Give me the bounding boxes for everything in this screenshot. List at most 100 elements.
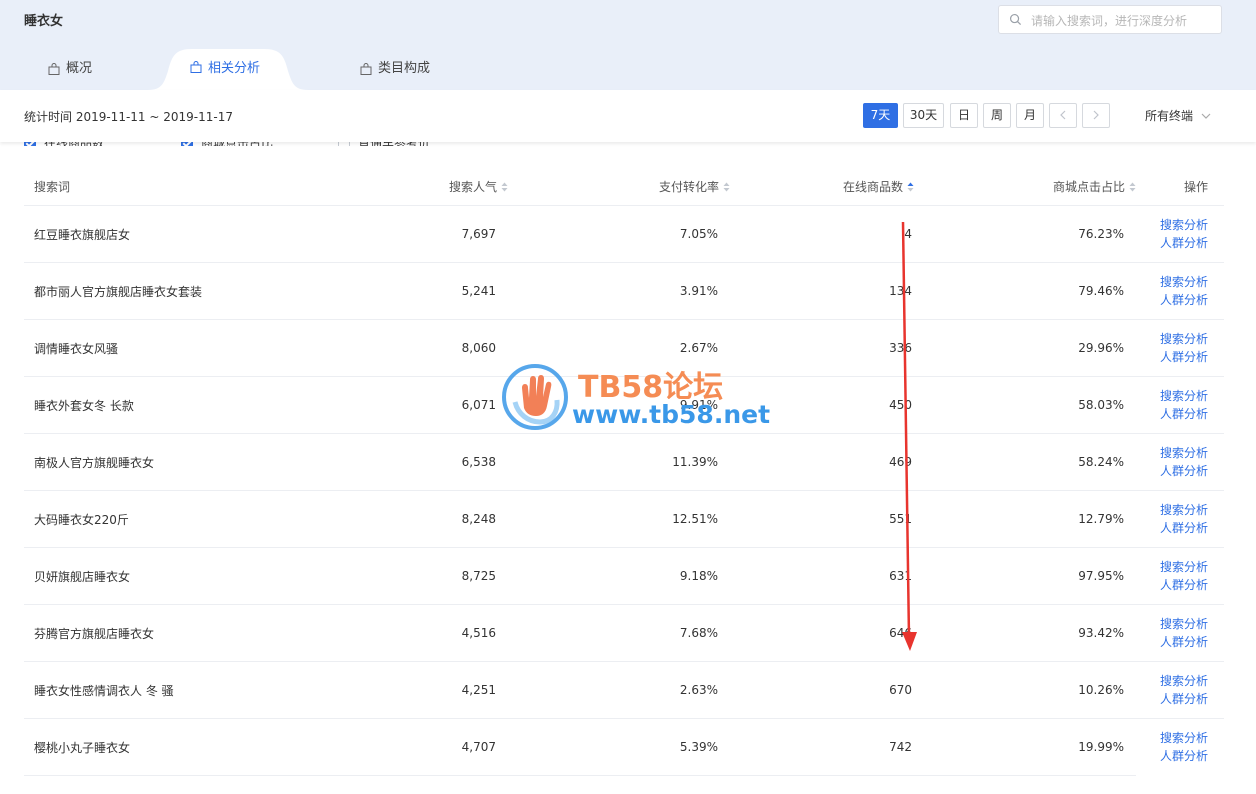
cell-actions: 搜索分析 人群分析 — [1136, 319, 1224, 377]
crowd-analysis-link[interactable]: 人群分析 — [1136, 405, 1208, 423]
cell-keyword: 都市丽人官方旗舰店睡衣女套装 — [24, 262, 344, 320]
cell-actions: 搜索分析 人群分析 — [1136, 547, 1224, 605]
period-week-button[interactable]: 周 — [983, 103, 1011, 128]
cell-conversion: 3.91% — [508, 262, 730, 320]
crowd-analysis-link[interactable]: 人群分析 — [1136, 690, 1208, 708]
search-analysis-link[interactable]: 搜索分析 — [1136, 444, 1208, 462]
page-title: 睡衣女 — [24, 14, 64, 29]
search-icon — [1009, 13, 1022, 26]
tab-related-analysis[interactable]: 相关分析 — [148, 47, 308, 90]
table-row: 南极人官方旗舰睡衣女 6,538 11.39% 469 58.24% 搜索分析人… — [24, 433, 1224, 491]
cell-actions: 搜索分析 人群分析 — [1136, 719, 1224, 776]
period-day-button[interactable]: 日 — [950, 103, 978, 128]
search-analysis-link[interactable]: 搜索分析 — [1136, 729, 1208, 747]
tab-overview[interactable]: 概况 — [48, 48, 92, 90]
cell-keyword: 贝妍旗舰店睡衣女 — [24, 547, 344, 605]
terminal-select[interactable]: 所有终端 — [1145, 107, 1211, 124]
cell-mall-click: 58.24% — [914, 433, 1136, 491]
search-analysis-link[interactable]: 搜索分析 — [1136, 501, 1208, 519]
search-analysis-link[interactable]: 搜索分析 — [1136, 615, 1208, 633]
cell-popularity: 8,060 — [344, 319, 508, 377]
period-30d-button[interactable]: 30天 — [903, 103, 944, 128]
cell-online-items: 670 — [730, 661, 914, 719]
cell-conversion: 2.67% — [508, 319, 730, 377]
cell-conversion: 7.68% — [508, 604, 730, 662]
search-input[interactable] — [1029, 10, 1218, 32]
search-analysis-link[interactable]: 搜索分析 — [1136, 558, 1208, 576]
period-month-button[interactable]: 月 — [1016, 103, 1044, 128]
tab-category-composition[interactable]: 类目构成 — [360, 48, 430, 90]
cell-keyword: 芬腾官方旗舰店睡衣女 — [24, 604, 344, 662]
bag-icon — [48, 63, 60, 75]
cell-online-items: 4 — [730, 205, 914, 263]
cell-actions: 搜索分析 人群分析 — [1136, 490, 1224, 548]
crowd-analysis-link[interactable]: 人群分析 — [1136, 462, 1208, 480]
date-toolbar: 统计时间 2019-11-11 ~ 2019-11-17 7天 30天 日 周 … — [0, 90, 1256, 142]
crowd-analysis-link[interactable]: 人群分析 — [1136, 291, 1208, 309]
search-analysis-link[interactable]: 搜索分析 — [1136, 672, 1208, 690]
sort-icon[interactable] — [1129, 182, 1136, 192]
cell-keyword: 睡衣女性感情调衣人 冬 骚 — [24, 661, 344, 719]
cell-conversion: 2.63% — [508, 661, 730, 719]
chevron-left-icon — [1060, 110, 1066, 120]
cell-online-items: 646 — [730, 604, 914, 662]
tab-label: 类目构成 — [378, 61, 431, 76]
search-analysis-link[interactable]: 搜索分析 — [1136, 330, 1208, 348]
cell-conversion: 5.39% — [508, 718, 730, 776]
next-period-button[interactable] — [1082, 103, 1110, 128]
search-analysis-link[interactable]: 搜索分析 — [1136, 387, 1208, 405]
cell-popularity: 4,516 — [344, 604, 508, 662]
search-analysis-link[interactable]: 搜索分析 — [1136, 216, 1208, 234]
cell-actions: 搜索分析 人群分析 — [1136, 376, 1224, 434]
crowd-analysis-link[interactable]: 人群分析 — [1136, 633, 1208, 651]
crowd-analysis-link[interactable]: 人群分析 — [1136, 348, 1208, 366]
cell-keyword: 睡衣外套女冬 长款 — [24, 376, 344, 434]
table-row: 睡衣女性感情调衣人 冬 骚 4,251 2.63% 670 10.26% 搜索分… — [24, 661, 1224, 719]
cell-keyword: 樱桃小丸子睡衣女 — [24, 718, 344, 776]
prev-period-button[interactable] — [1049, 103, 1077, 128]
cell-popularity: 4,707 — [344, 718, 508, 776]
table-row: 都市丽人官方旗舰店睡衣女套装 5,241 3.91% 134 79.46% 搜索… — [24, 262, 1224, 320]
cell-mall-click: 93.42% — [914, 604, 1136, 662]
cell-keyword: 红豆睡衣旗舰店女 — [24, 205, 344, 263]
header-actions: 操作 — [1136, 167, 1224, 206]
cell-mall-click: 19.99% — [914, 718, 1136, 776]
sort-icon[interactable] — [723, 182, 730, 192]
red-arrow-annotation — [901, 221, 917, 651]
chevron-right-icon — [1093, 110, 1099, 120]
sort-asc-icon[interactable] — [907, 182, 914, 192]
cell-popularity: 7,697 — [344, 205, 508, 263]
cell-popularity: 6,538 — [344, 433, 508, 491]
cell-mall-click: 76.23% — [914, 205, 1136, 263]
search-box[interactable] — [998, 5, 1222, 34]
sort-icon[interactable] — [501, 182, 508, 192]
cell-popularity: 8,248 — [344, 490, 508, 548]
cell-actions: 搜索分析 人群分析 — [1136, 661, 1224, 719]
crowd-analysis-link[interactable]: 人群分析 — [1136, 234, 1208, 252]
table-row: 芬腾官方旗舰店睡衣女 4,516 7.68% 646 93.42% 搜索分析 人群… — [24, 604, 1224, 662]
bag-icon — [190, 60, 202, 73]
cell-online-items: 742 — [730, 718, 914, 776]
crowd-analysis-link[interactable]: 人群分析 — [1136, 519, 1208, 537]
header-mall-click[interactable]: 商城点击占比 — [914, 167, 1136, 206]
cell-popularity: 5,241 — [344, 262, 508, 320]
table-row: 调情睡衣女风骚 8,060 2.67% 336 29.96% 搜索分析 人群分析 — [24, 319, 1224, 377]
crowd-analysis-link[interactable]: 人群分析 — [1136, 747, 1208, 765]
crowd-analysis-link[interactable]: 人群分析 — [1136, 576, 1208, 594]
cell-keyword: 大码睡衣女220斤 — [24, 490, 344, 548]
cell-mall-click: 79.46% — [914, 262, 1136, 320]
cell-online-items: 134 — [730, 262, 914, 320]
header-conversion[interactable]: 支付转化率 — [508, 167, 730, 206]
tab-label: 概况 — [66, 61, 93, 76]
cell-conversion: 7.05% — [508, 205, 730, 263]
search-analysis-link[interactable]: 搜索分析 — [1136, 273, 1208, 291]
cell-online-items: 551 — [730, 490, 914, 548]
header-online-items[interactable]: 在线商品数 — [730, 167, 914, 206]
cell-actions: 搜索分析 人群分析 — [1136, 262, 1224, 320]
period-7d-button[interactable]: 7天 — [863, 103, 898, 128]
header-popularity[interactable]: 搜索人气 — [344, 167, 508, 206]
cell-actions: 搜索分析 人群分析 — [1136, 205, 1224, 263]
cell-mall-click: 12.79% — [914, 490, 1136, 548]
header-keyword: 搜索词 — [24, 167, 344, 206]
table-row: 贝妍旗舰店睡衣女 8,725 9.18% 631 97.95% 搜索分析 人群分析 — [24, 547, 1224, 605]
